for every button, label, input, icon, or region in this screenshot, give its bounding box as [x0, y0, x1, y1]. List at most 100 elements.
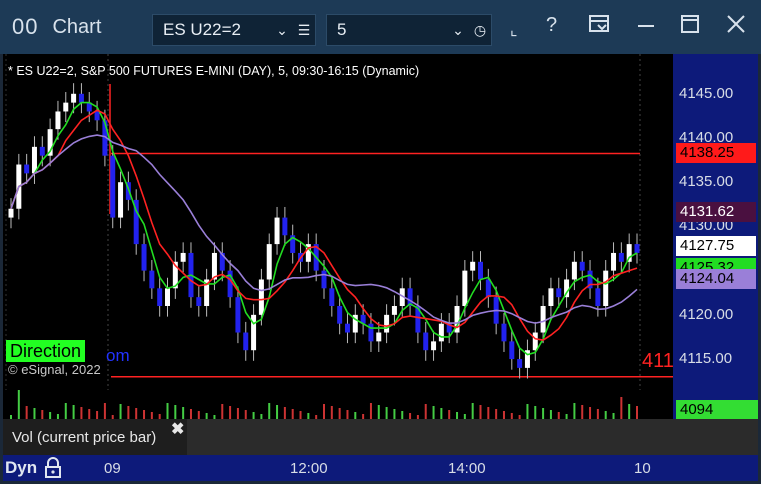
- volume-bar: [166, 403, 169, 419]
- candle-body: [431, 341, 437, 351]
- candle-body: [540, 306, 546, 333]
- candle-body: [329, 288, 335, 306]
- volume-bar: [127, 406, 130, 419]
- volume-bar: [636, 406, 638, 419]
- dynamic-mode-label[interactable]: Dyn: [5, 458, 37, 478]
- candle-body: [478, 261, 483, 280]
- interval-selector[interactable]: 5 ⌄ ◷: [326, 14, 492, 46]
- volume-bar: [96, 411, 99, 419]
- maximize-icon[interactable]: [680, 14, 700, 40]
- volume-bar: [604, 411, 607, 419]
- volume-bar: [620, 397, 623, 419]
- candle-body: [556, 288, 562, 298]
- volume-bar: [189, 409, 192, 419]
- volume-bar: [448, 410, 451, 419]
- candle-body: [71, 93, 77, 103]
- window-title: Chart: [52, 15, 102, 38]
- candle-body: [78, 93, 84, 103]
- lock-icon[interactable]: [43, 457, 63, 484]
- candle-body: [391, 306, 397, 315]
- time-label: 10: [634, 460, 651, 477]
- title-bar: 00 Chart ES U22=2 ⌄ ☰ 5 ⌄ ◷ ⌞ ?: [0, 0, 761, 54]
- volume-bar: [542, 408, 545, 419]
- link-icon[interactable]: ⌞: [510, 20, 518, 40]
- candle-body: [258, 279, 264, 315]
- volume-bar: [369, 403, 372, 419]
- volume-study-text: Vol (current price bar): [12, 429, 157, 446]
- candle-body: [180, 252, 186, 262]
- candle-body: [517, 359, 523, 368]
- volume-bar: [49, 412, 52, 419]
- candle-body: [344, 323, 350, 333]
- close-study-icon[interactable]: ✖: [171, 419, 184, 439]
- volume-pane[interactable]: [3, 390, 673, 419]
- volume-bar: [229, 406, 232, 419]
- volume-bar: [182, 407, 185, 419]
- price-tag: 4124.04: [676, 269, 756, 290]
- volume-bar: [557, 412, 560, 419]
- volume-bar: [64, 403, 67, 419]
- close-icon[interactable]: [726, 14, 746, 40]
- link-group-icon[interactable]: 00: [12, 14, 38, 40]
- time-label: 12:00: [290, 460, 328, 477]
- symbol-value: ES U22=2: [163, 20, 241, 39]
- candle-body: [196, 297, 202, 306]
- volume-bar: [471, 403, 474, 419]
- volume-bar: [393, 409, 396, 419]
- chevron-down-icon[interactable]: ⌄: [271, 22, 293, 39]
- volume-bar: [174, 405, 177, 419]
- candle-body: [110, 155, 116, 218]
- volume-bar: [628, 404, 631, 419]
- candle-body: [423, 332, 429, 351]
- volume-bar: [456, 412, 459, 419]
- volume-bar: [330, 406, 333, 419]
- volume-bar: [401, 411, 404, 419]
- level-value-cut: 411: [642, 350, 673, 372]
- time-axis[interactable]: Dyn 09 12:00 14:00 10: [3, 455, 758, 481]
- price-tick-label: 4145.00: [679, 84, 734, 102]
- template-icon[interactable]: [588, 14, 610, 40]
- candle-body: [579, 261, 585, 271]
- direction-label[interactable]: Direction: [6, 340, 86, 362]
- volume-bar: [244, 410, 247, 419]
- volume-bar: [283, 407, 286, 419]
- candle-body: [603, 270, 609, 306]
- volume-bar: [526, 404, 529, 419]
- volume-bar: [268, 403, 271, 419]
- volume-bar: [487, 407, 490, 419]
- candle-body: [118, 182, 124, 218]
- volume-canvas: [10, 390, 638, 419]
- minimize-icon[interactable]: [636, 14, 656, 40]
- candle-body: [63, 102, 69, 112]
- clock-icon[interactable]: ◷: [469, 22, 491, 39]
- candle-body: [618, 252, 624, 262]
- menu-icon[interactable]: ☰: [293, 22, 315, 39]
- candle-body: [595, 288, 601, 306]
- direction-suffix: om: [106, 346, 130, 365]
- help-icon[interactable]: ?: [546, 14, 557, 37]
- volume-bar: [385, 407, 388, 419]
- price-chart-canvas: [5, 54, 673, 390]
- volume-bar: [236, 408, 239, 419]
- chevron-down-icon[interactable]: ⌄: [447, 22, 469, 39]
- price-chart[interactable]: [3, 54, 673, 390]
- candle-body: [384, 314, 390, 333]
- candle-body: [8, 208, 14, 218]
- candle-body: [235, 297, 241, 333]
- volume-bar: [549, 410, 552, 419]
- candle-body: [157, 288, 163, 306]
- volume-bar: [17, 390, 20, 419]
- volume-bar: [276, 405, 279, 419]
- symbol-selector[interactable]: ES U22=2 ⌄ ☰: [152, 14, 316, 46]
- volume-bar: [25, 406, 28, 419]
- volume-bar: [354, 412, 357, 419]
- candle-body: [532, 332, 538, 351]
- time-label: 09: [104, 460, 121, 477]
- candle-body: [141, 244, 147, 271]
- volume-bar: [338, 408, 341, 419]
- volume-bar: [119, 404, 122, 419]
- price-tag: 4138.25: [676, 143, 756, 164]
- candle-body: [39, 146, 45, 156]
- volume-study-label[interactable]: Vol (current price bar) ✖: [3, 419, 187, 455]
- candle-body: [634, 244, 640, 253]
